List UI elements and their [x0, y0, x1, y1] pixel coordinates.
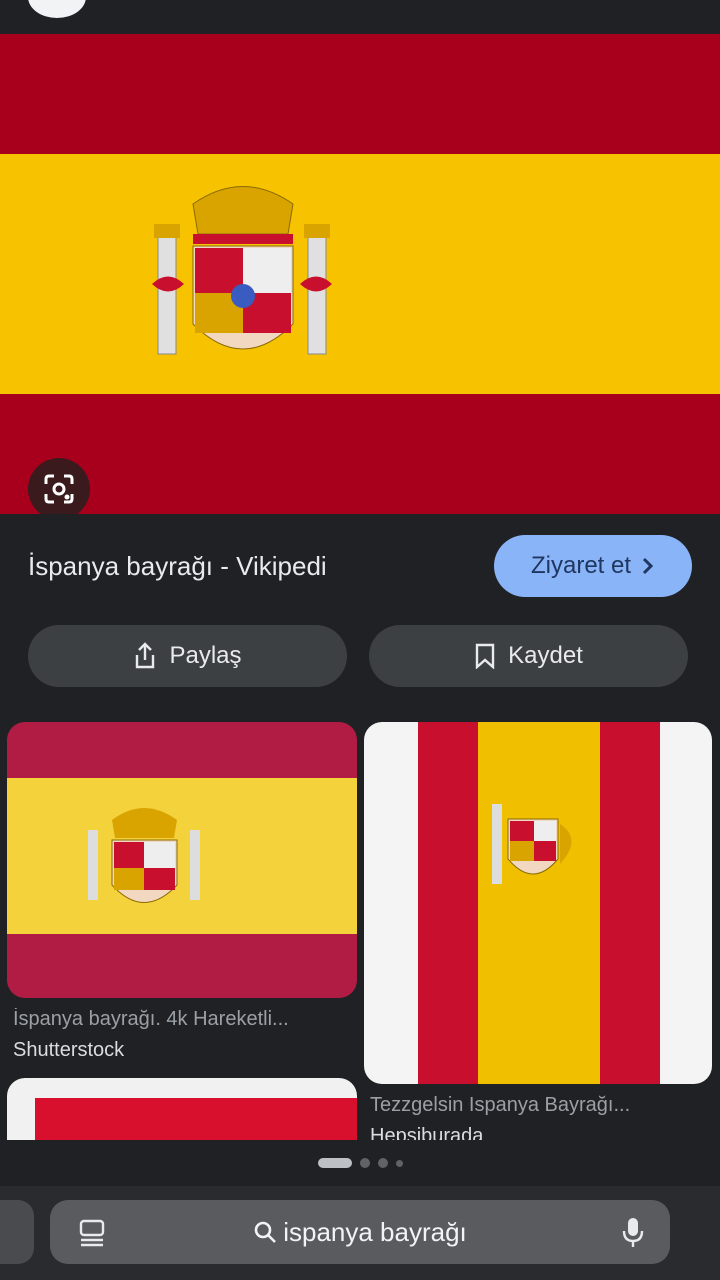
related-source: Shutterstock [13, 1039, 125, 1061]
related-card[interactable]: Tezzgelsin Ispanya Bayrağı... Hepsiburad… [364, 722, 712, 1140]
pager-dot[interactable] [395, 1159, 403, 1167]
related-caption: İspanya bayrağı. 4k Hareketli... [13, 1008, 289, 1030]
top-bar [0, 0, 720, 34]
related-source: Hepsiburada [370, 1125, 484, 1140]
visit-label: Ziyaret et [530, 552, 632, 579]
related-caption: Tezzgelsin Ispanya Bayrağı... [370, 1094, 631, 1116]
coat-of-arms-image [152, 186, 332, 355]
related-images-grid: İspanya bayrağı. 4k Hareketli... Shutter… [0, 722, 720, 1140]
mic-icon[interactable] [622, 1216, 644, 1248]
lens-button[interactable] [28, 458, 90, 514]
action-buttons: Paylaş Kaydet [28, 625, 688, 687]
flag-yellow-band [0, 154, 720, 394]
search-bar[interactable]: ispanya bayrağı [50, 1200, 670, 1264]
main-image[interactable] [0, 34, 720, 514]
related-image [364, 722, 712, 1084]
tabs-icon[interactable] [78, 1218, 106, 1248]
search-icon [254, 1221, 277, 1243]
lens-icon [44, 474, 74, 504]
pager-dot[interactable] [359, 1158, 370, 1168]
pager-dots [0, 1158, 720, 1168]
related-card[interactable] [7, 1078, 357, 1140]
save-button[interactable]: Kaydet [369, 625, 688, 687]
previous-tab-edge[interactable] [0, 1200, 34, 1264]
avatar[interactable] [28, 0, 86, 18]
share-button[interactable]: Paylaş [28, 625, 347, 687]
related-card[interactable]: İspanya bayrağı. 4k Hareketli... Shutter… [7, 722, 357, 1062]
visit-button[interactable]: Ziyaret et [494, 535, 692, 597]
share-icon [136, 642, 155, 669]
related-image [7, 722, 357, 998]
pager-dot[interactable] [377, 1158, 388, 1168]
bottom-bar: ispanya bayrağı [0, 1186, 720, 1280]
related-image [7, 1078, 357, 1140]
result-title-row: İspanya bayrağı - Vikipedi Ziyaret et [28, 534, 692, 598]
save-label: Kaydet [508, 642, 583, 669]
pager-dot[interactable] [317, 1158, 352, 1168]
search-query: ispanya bayrağı [283, 1216, 467, 1247]
result-title[interactable]: İspanya bayrağı - Vikipedi [28, 551, 327, 582]
bookmark-icon [475, 643, 495, 669]
chevron-right-icon [642, 557, 654, 575]
share-label: Paylaş [169, 642, 242, 669]
